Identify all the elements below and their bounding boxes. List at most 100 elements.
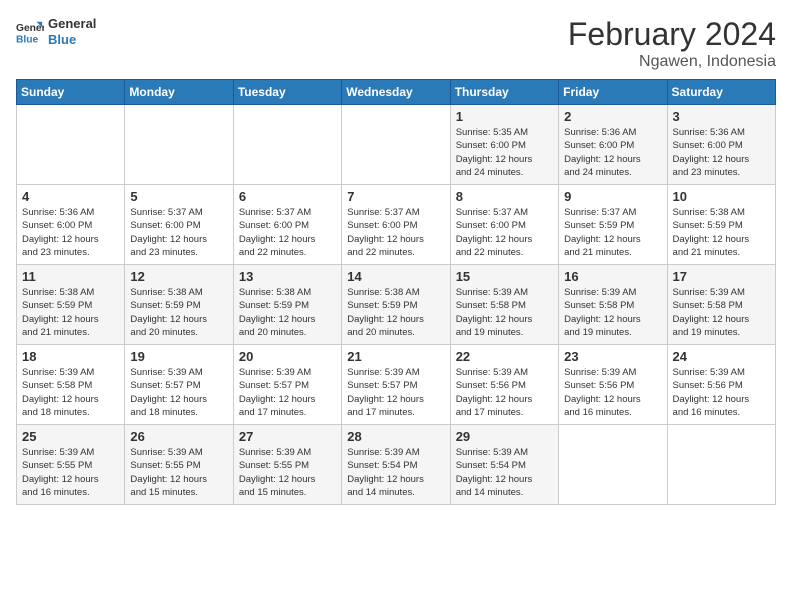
cell-info: Sunrise: 5:39 AM Sunset: 5:58 PM Dayligh…: [456, 286, 553, 339]
calendar-cell: 12Sunrise: 5:38 AM Sunset: 5:59 PM Dayli…: [125, 265, 233, 345]
day-header-saturday: Saturday: [667, 80, 775, 105]
day-number: 1: [456, 109, 553, 124]
cell-info: Sunrise: 5:39 AM Sunset: 5:54 PM Dayligh…: [456, 446, 553, 499]
day-number: 16: [564, 269, 661, 284]
day-number: 14: [347, 269, 444, 284]
cell-info: Sunrise: 5:39 AM Sunset: 5:55 PM Dayligh…: [130, 446, 227, 499]
logo: General Blue General Blue: [16, 16, 96, 47]
calendar-cell: 6 Sunrise: 5:37 AM Sunset: 6:00 PM Daylig…: [233, 185, 341, 265]
day-header-sunday: Sunday: [17, 80, 125, 105]
cell-info: Sunrise: 5:37 AM Sunset: 6:00 PM Dayligh…: [456, 206, 553, 259]
cell-info: Sunrise: 5:35 AM Sunset: 6:00 PM Dayligh…: [456, 126, 553, 179]
cell-info: Sunrise: 5:37 AM Sunset: 6:00 PM Dayligh…: [239, 206, 336, 259]
cell-info: Sunrise: 5:36 AM Sunset: 6:00 PM Dayligh…: [564, 126, 661, 179]
day-number: 17: [673, 269, 770, 284]
calendar-cell: 25Sunrise: 5:39 AM Sunset: 5:55 PM Dayli…: [17, 425, 125, 505]
cell-info: Sunrise: 5:38 AM Sunset: 5:59 PM Dayligh…: [239, 286, 336, 339]
cell-info: Sunrise: 5:39 AM Sunset: 5:57 PM Dayligh…: [347, 366, 444, 419]
day-header-monday: Monday: [125, 80, 233, 105]
calendar-cell: 13 Sunrise: 5:38 AM Sunset: 5:59 PM Dayli…: [233, 265, 341, 345]
day-number: 21: [347, 349, 444, 364]
calendar-cell: [342, 105, 450, 185]
svg-text:Blue: Blue: [16, 34, 39, 45]
cell-info: Sunrise: 5:37 AM Sunset: 6:00 PM Dayligh…: [130, 206, 227, 259]
day-header-friday: Friday: [559, 80, 667, 105]
day-number: 28: [347, 429, 444, 444]
day-number: 20: [239, 349, 336, 364]
calendar-cell: 7Sunrise: 5:37 AM Sunset: 6:00 PM Daylig…: [342, 185, 450, 265]
calendar-cell: 27 Sunrise: 5:39 AM Sunset: 5:55 PM Dayli…: [233, 425, 341, 505]
calendar-cell: 18 Sunrise: 5:39 AM Sunset: 5:58 PM Dayli…: [17, 345, 125, 425]
day-number: 11: [22, 269, 119, 284]
cell-info: Sunrise: 5:37 AM Sunset: 6:00 PM Dayligh…: [347, 206, 444, 259]
week-row-3: 11 Sunrise: 5:38 AM Sunset: 5:59 PM Dayli…: [17, 265, 776, 345]
cell-info: Sunrise: 5:37 AM Sunset: 5:59 PM Dayligh…: [564, 206, 661, 259]
calendar-cell: 17 Sunrise: 5:39 AM Sunset: 5:58 PM Dayli…: [667, 265, 775, 345]
day-number: 18: [22, 349, 119, 364]
calendar-cell: 8 Sunrise: 5:37 AM Sunset: 6:00 PM Daylig…: [450, 185, 558, 265]
calendar-cell: 11 Sunrise: 5:38 AM Sunset: 5:59 PM Dayli…: [17, 265, 125, 345]
cell-info: Sunrise: 5:39 AM Sunset: 5:56 PM Dayligh…: [456, 366, 553, 419]
cell-info: Sunrise: 5:39 AM Sunset: 5:55 PM Dayligh…: [239, 446, 336, 499]
calendar-cell: 24 Sunrise: 5:39 AM Sunset: 5:56 PM Dayli…: [667, 345, 775, 425]
calendar-cell: [559, 425, 667, 505]
calendar-cell: 1 Sunrise: 5:35 AM Sunset: 6:00 PM Daylig…: [450, 105, 558, 185]
cell-info: Sunrise: 5:39 AM Sunset: 5:54 PM Dayligh…: [347, 446, 444, 499]
calendar-cell: 16 Sunrise: 5:39 AM Sunset: 5:58 PM Dayli…: [559, 265, 667, 345]
day-number: 13: [239, 269, 336, 284]
day-header-thursday: Thursday: [450, 80, 558, 105]
day-number: 19: [130, 349, 227, 364]
cell-info: Sunrise: 5:39 AM Sunset: 5:56 PM Dayligh…: [673, 366, 770, 419]
calendar-cell: 9 Sunrise: 5:37 AM Sunset: 5:59 PM Daylig…: [559, 185, 667, 265]
day-header-wednesday: Wednesday: [342, 80, 450, 105]
calendar-cell: [667, 425, 775, 505]
day-number: 26: [130, 429, 227, 444]
day-number: 2: [564, 109, 661, 124]
calendar-cell: 20 Sunrise: 5:39 AM Sunset: 5:57 PM Dayli…: [233, 345, 341, 425]
cell-info: Sunrise: 5:39 AM Sunset: 5:57 PM Dayligh…: [239, 366, 336, 419]
calendar-cell: [233, 105, 341, 185]
calendar-header-row: SundayMondayTuesdayWednesdayThursdayFrid…: [17, 80, 776, 105]
logo-line1: General: [48, 16, 96, 32]
week-row-5: 25Sunrise: 5:39 AM Sunset: 5:55 PM Dayli…: [17, 425, 776, 505]
day-number: 24: [673, 349, 770, 364]
title-block: February 2024 Ngawen, Indonesia: [568, 16, 776, 71]
week-row-2: 4Sunrise: 5:36 AM Sunset: 6:00 PM Daylig…: [17, 185, 776, 265]
location: Ngawen, Indonesia: [568, 53, 776, 71]
calendar-cell: 26 Sunrise: 5:39 AM Sunset: 5:55 PM Dayli…: [125, 425, 233, 505]
day-number: 6: [239, 189, 336, 204]
calendar-cell: 14Sunrise: 5:38 AM Sunset: 5:59 PM Dayli…: [342, 265, 450, 345]
cell-info: Sunrise: 5:38 AM Sunset: 5:59 PM Dayligh…: [673, 206, 770, 259]
day-number: 9: [564, 189, 661, 204]
cell-info: Sunrise: 5:39 AM Sunset: 5:58 PM Dayligh…: [22, 366, 119, 419]
day-number: 27: [239, 429, 336, 444]
calendar-cell: 21 Sunrise: 5:39 AM Sunset: 5:57 PM Dayli…: [342, 345, 450, 425]
logo-icon: General Blue: [16, 18, 44, 46]
cell-info: Sunrise: 5:38 AM Sunset: 5:59 PM Dayligh…: [22, 286, 119, 339]
calendar-cell: 3 Sunrise: 5:36 AM Sunset: 6:00 PM Daylig…: [667, 105, 775, 185]
cell-info: Sunrise: 5:36 AM Sunset: 6:00 PM Dayligh…: [673, 126, 770, 179]
calendar-cell: 10 Sunrise: 5:38 AM Sunset: 5:59 PM Dayli…: [667, 185, 775, 265]
cell-info: Sunrise: 5:39 AM Sunset: 5:57 PM Dayligh…: [130, 366, 227, 419]
calendar-cell: 5 Sunrise: 5:37 AM Sunset: 6:00 PM Daylig…: [125, 185, 233, 265]
day-number: 5: [130, 189, 227, 204]
cell-info: Sunrise: 5:38 AM Sunset: 5:59 PM Dayligh…: [130, 286, 227, 339]
cell-info: Sunrise: 5:39 AM Sunset: 5:56 PM Dayligh…: [564, 366, 661, 419]
calendar-cell: 28 Sunrise: 5:39 AM Sunset: 5:54 PM Dayli…: [342, 425, 450, 505]
day-number: 3: [673, 109, 770, 124]
calendar-cell: 15Sunrise: 5:39 AM Sunset: 5:58 PM Dayli…: [450, 265, 558, 345]
calendar-cell: 4Sunrise: 5:36 AM Sunset: 6:00 PM Daylig…: [17, 185, 125, 265]
calendar-cell: 29Sunrise: 5:39 AM Sunset: 5:54 PM Dayli…: [450, 425, 558, 505]
day-number: 10: [673, 189, 770, 204]
day-header-tuesday: Tuesday: [233, 80, 341, 105]
day-number: 8: [456, 189, 553, 204]
calendar-cell: 22Sunrise: 5:39 AM Sunset: 5:56 PM Dayli…: [450, 345, 558, 425]
calendar-cell: 19 Sunrise: 5:39 AM Sunset: 5:57 PM Dayli…: [125, 345, 233, 425]
page-header: General Blue General Blue February 2024 …: [16, 16, 776, 71]
calendar-cell: [125, 105, 233, 185]
cell-info: Sunrise: 5:39 AM Sunset: 5:55 PM Dayligh…: [22, 446, 119, 499]
logo-line2: Blue: [48, 32, 96, 48]
cell-info: Sunrise: 5:39 AM Sunset: 5:58 PM Dayligh…: [564, 286, 661, 339]
cell-info: Sunrise: 5:36 AM Sunset: 6:00 PM Dayligh…: [22, 206, 119, 259]
cell-info: Sunrise: 5:39 AM Sunset: 5:58 PM Dayligh…: [673, 286, 770, 339]
